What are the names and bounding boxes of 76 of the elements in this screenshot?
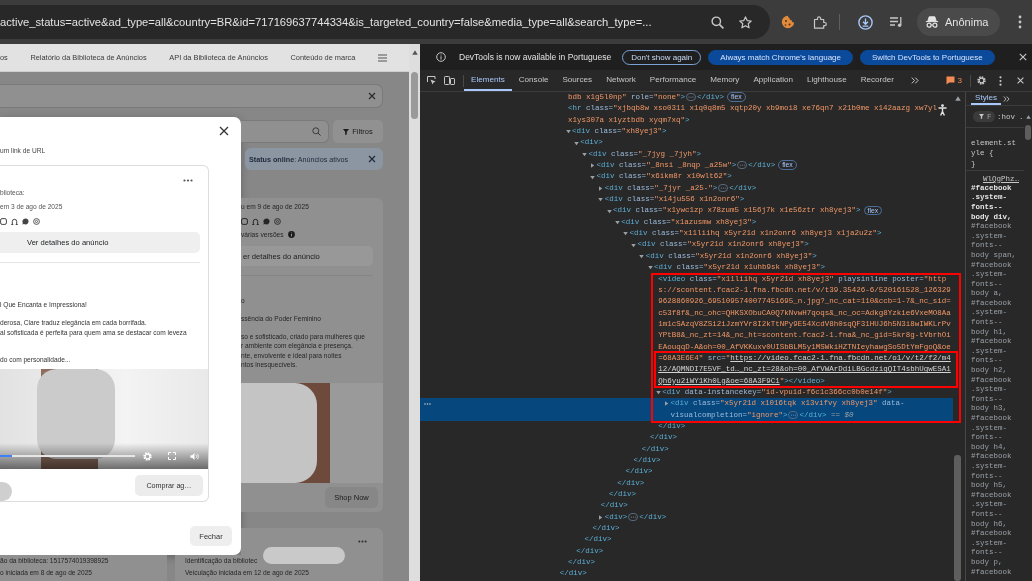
accessibility-icon[interactable]: [938, 104, 947, 116]
caret-down-icon[interactable]: [581, 151, 587, 157]
caret-right-icon[interactable]: [590, 163, 596, 169]
devtools-tab[interactable]: Performance: [642, 70, 704, 91]
caret-down-icon[interactable]: [655, 390, 661, 396]
scroll-up-arrow-icon[interactable]: [1025, 115, 1031, 119]
scrollbar-thumb[interactable]: [411, 72, 418, 119]
devtools-tab[interactable]: Recorder: [853, 70, 901, 91]
search-field[interactable]: [241, 120, 329, 143]
ring-icon: [274, 217, 281, 225]
more-icon[interactable]: [183, 179, 193, 182]
devtools-tab[interactable]: Memory: [703, 70, 747, 91]
incognito-icon: [925, 15, 939, 29]
caret-right-icon[interactable]: [598, 185, 604, 191]
caret-down-icon[interactable]: [631, 242, 637, 248]
more-icon[interactable]: [424, 403, 431, 406]
caret-right-icon[interactable]: [663, 401, 669, 407]
info-icon: [436, 52, 446, 62]
caret-down-icon[interactable]: [614, 219, 620, 225]
infobar-button[interactable]: Switch DevTools to Portuguese: [860, 49, 995, 65]
caret-right-icon[interactable]: [598, 514, 604, 520]
devtools-tab[interactable]: Console: [511, 70, 556, 91]
scrollbar-thumb[interactable]: [954, 455, 961, 581]
caret-down-icon[interactable]: [598, 197, 604, 203]
caret-down-icon[interactable]: [606, 208, 612, 214]
fullscreen-icon[interactable]: [168, 452, 176, 460]
infobar-message: DevTools is now available in Portuguese: [459, 52, 612, 62]
styles-tab[interactable]: Styles: [971, 92, 1002, 105]
message-icon: [946, 76, 956, 85]
inspect-icon[interactable]: [427, 76, 436, 85]
devtools-tab[interactable]: Sources: [555, 70, 600, 91]
arch-icon: [11, 217, 18, 225]
cookie-icon[interactable]: [781, 15, 795, 29]
devtools-tab[interactable]: Application: [746, 70, 801, 91]
infobar-button[interactable]: Always match Chrome's language: [708, 49, 853, 65]
redaction-blob: [0, 482, 12, 501]
devtools-tab[interactable]: Network: [599, 70, 643, 91]
more-icon[interactable]: [358, 540, 367, 543]
search-icon: [312, 127, 321, 136]
profile-button[interactable]: Anônima: [917, 8, 1001, 36]
rounded-square-icon: [241, 217, 248, 225]
puzzle-icon[interactable]: [813, 15, 827, 29]
chat-bubble-icon: [22, 217, 29, 225]
caret-down-icon[interactable]: [647, 265, 653, 271]
scrollbar-thumb[interactable]: [1025, 125, 1031, 140]
ring-icon: [33, 217, 40, 225]
scroll-up-arrow-icon[interactable]: [411, 50, 418, 55]
device-icon[interactable]: [444, 76, 455, 85]
caret-down-icon[interactable]: [590, 174, 596, 180]
arch-icon: [252, 217, 259, 225]
filter-icon: [979, 114, 984, 119]
media-list-icon[interactable]: [889, 15, 903, 29]
volume-icon[interactable]: [190, 451, 199, 461]
more-vertical-icon[interactable]: [1018, 15, 1022, 29]
caret-down-icon[interactable]: [573, 140, 579, 146]
info-icon[interactable]: [287, 230, 295, 238]
more-vertical-icon[interactable]: [999, 75, 1002, 86]
double-chevron-icon[interactable]: [910, 77, 919, 84]
chat-bubble-icon: [263, 217, 270, 225]
filter-icon: [343, 128, 350, 135]
settings-icon[interactable]: [977, 76, 986, 85]
double-chevron-icon[interactable]: [1003, 95, 1011, 102]
address-bar[interactable]: active_status=active&ad_type=all&country=BR&id=717169637744334&is_targeted_country=false&media_type=all&search_type=...: [0, 5, 770, 39]
scroll-up-arrow-icon[interactable]: [954, 96, 961, 101]
caret-down-icon[interactable]: [622, 231, 628, 237]
close-icon[interactable]: [219, 126, 229, 136]
search-field[interactable]: [0, 84, 383, 108]
caret-down-icon[interactable]: [565, 129, 571, 135]
rounded-square-icon: [0, 217, 7, 225]
devtools-tab[interactable]: Lighthouse: [800, 70, 854, 91]
magnifier-icon[interactable]: [711, 15, 724, 29]
scrollbar-track[interactable]: [409, 44, 420, 581]
star-icon[interactable]: [739, 15, 752, 29]
caret-down-icon[interactable]: [639, 254, 645, 259]
download-icon[interactable]: [858, 14, 873, 30]
issues-button[interactable]: 3: [946, 76, 962, 85]
